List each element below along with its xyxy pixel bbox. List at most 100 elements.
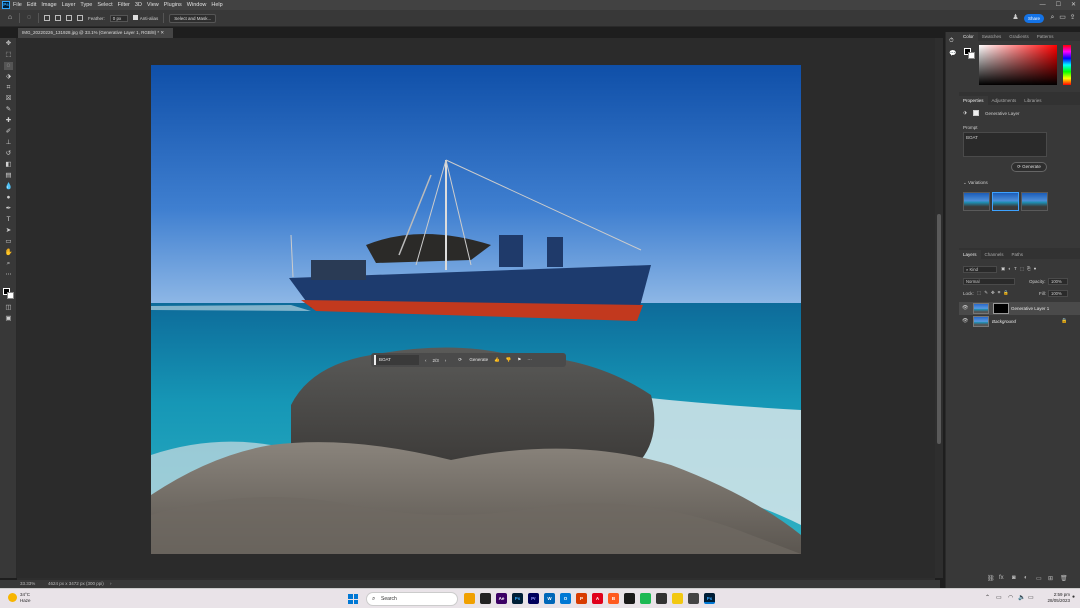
blend-mode-select[interactable]: Normal	[963, 278, 1015, 285]
tab-adjustments[interactable]: Adjustments	[988, 96, 1021, 105]
windows-start-icon[interactable]	[348, 594, 358, 604]
tray-app-icon[interactable]: ▭	[996, 594, 1002, 601]
spotify-icon[interactable]	[640, 593, 651, 604]
subtract-selection-icon[interactable]	[66, 15, 72, 21]
thumbs-down-icon[interactable]: 👎	[506, 357, 512, 363]
menu-select[interactable]: Select	[97, 2, 112, 8]
screen-mode-icon[interactable]: ▣	[4, 315, 13, 323]
blur-tool-icon[interactable]: 💧	[4, 183, 13, 191]
rectangle-tool-icon[interactable]: ▭	[4, 238, 13, 246]
layer-row[interactable]: 👁 Generative Layer 1	[959, 302, 1080, 315]
variations-header[interactable]: ⌄ Variations	[963, 180, 988, 186]
pen-tool-icon[interactable]: ✒	[4, 205, 13, 213]
close-tab-icon[interactable]: ✕	[160, 30, 164, 35]
new-selection-icon[interactable]	[44, 15, 50, 21]
clone-stamp-icon[interactable]: ⊥	[4, 139, 13, 147]
select-and-mask-button[interactable]: Select and Mask...	[169, 13, 217, 23]
share-button[interactable]: Share	[1024, 14, 1044, 23]
visibility-eye-icon[interactable]: 👁	[962, 315, 968, 328]
frame-tool-icon[interactable]: ☒	[4, 95, 13, 103]
taskbar-search-box[interactable]: ⌕ Search	[366, 592, 458, 606]
layer-row[interactable]: 👁 Background 🔒	[959, 315, 1080, 328]
tab-paths[interactable]: Paths	[1008, 250, 1028, 259]
premiere-icon[interactable]: Pr	[528, 593, 539, 604]
generate-button[interactable]: ⟳ Generate	[452, 357, 488, 363]
path-select-icon[interactable]: ➤	[4, 227, 13, 235]
app-icon[interactable]	[624, 593, 635, 604]
tab-libraries[interactable]: Libraries	[1020, 96, 1045, 105]
more-options-icon[interactable]: ⋯	[527, 357, 532, 363]
opacity-input[interactable]: 100%	[1048, 278, 1068, 285]
gradient-tool-icon[interactable]: ▤	[4, 172, 13, 180]
notification-icon[interactable]: ●	[1072, 594, 1075, 600]
vertical-scrollbar[interactable]	[935, 38, 943, 578]
zoom-level[interactable]: 33.33%	[20, 580, 35, 588]
variation-thumbnail[interactable]	[1021, 192, 1048, 211]
previous-variation-icon[interactable]: ‹	[425, 358, 427, 363]
variation-thumbnail[interactable]	[963, 192, 990, 211]
intersect-selection-icon[interactable]	[77, 15, 83, 21]
visibility-eye-icon[interactable]: 👁	[962, 302, 968, 315]
layer-style-icon[interactable]: fx	[999, 575, 1004, 581]
layer-mask-thumbnail[interactable]	[993, 303, 1009, 314]
tab-color[interactable]: Color	[959, 32, 978, 41]
prompt-input[interactable]: BOAT	[374, 355, 419, 365]
tab-channels[interactable]: Channels	[981, 250, 1008, 259]
brave-browser-icon[interactable]: B	[608, 593, 619, 604]
volume-icon[interactable]: 🔈	[1018, 594, 1025, 601]
wifi-icon[interactable]: ◠	[1008, 594, 1013, 601]
menu-help[interactable]: Help	[211, 2, 222, 8]
terminal-icon[interactable]	[480, 593, 491, 604]
antialias-checkbox[interactable]: Anti-alias	[132, 15, 158, 21]
hand-tool-icon[interactable]: ✋	[4, 249, 13, 257]
after-effects-icon[interactable]: Ae	[496, 593, 507, 604]
document-canvas-image[interactable]	[151, 65, 801, 554]
eraser-tool-icon[interactable]: ◧	[4, 161, 13, 169]
maximize-icon[interactable]: ☐	[1056, 0, 1061, 10]
menu-view[interactable]: View	[147, 2, 159, 8]
quick-mask-icon[interactable]: ◫	[4, 304, 13, 312]
tray-chevron-icon[interactable]: ⌃	[985, 594, 990, 601]
outlook-icon[interactable]: O	[560, 593, 571, 604]
layer-name[interactable]: Background	[992, 315, 1016, 328]
history-icon[interactable]: ⏱	[949, 38, 954, 45]
app-icon[interactable]	[688, 593, 699, 604]
file-explorer-icon[interactable]	[464, 593, 475, 604]
minimize-icon[interactable]: —	[1040, 0, 1046, 10]
feather-input[interactable]: 0 px	[109, 14, 128, 22]
object-select-tool-icon[interactable]: ⬗	[4, 73, 13, 81]
prompt-textarea[interactable]: BOAT	[963, 132, 1047, 157]
tab-patterns[interactable]: Patterns	[1033, 32, 1058, 41]
menu-edit[interactable]: Edit	[27, 2, 36, 8]
vertical-scroll-thumb[interactable]	[937, 214, 941, 444]
menu-image[interactable]: Image	[41, 2, 56, 8]
variation-thumbnail[interactable]	[992, 192, 1019, 211]
add-mask-icon[interactable]: ◙	[1012, 575, 1016, 581]
acrobat-icon[interactable]: A	[592, 593, 603, 604]
more-tools-icon[interactable]: ⋯	[4, 271, 13, 279]
photoshop-taskbar-icon[interactable]: Ps	[512, 593, 523, 604]
photoshop-active-icon[interactable]: Ps	[704, 593, 715, 604]
lasso-tool-icon[interactable]: ◌	[25, 14, 33, 22]
document-tab[interactable]: IMG_20220226_131928.jpg @ 33.1% (Generat…	[18, 28, 173, 38]
tab-properties[interactable]: Properties	[959, 96, 988, 105]
move-tool-icon[interactable]: ✥	[4, 40, 13, 48]
crop-tool-icon[interactable]: ⌗	[4, 84, 13, 92]
new-layer-icon[interactable]: ⊞	[1048, 575, 1053, 582]
powerpoint-icon[interactable]: P	[576, 593, 587, 604]
menu-filter[interactable]: Filter	[118, 2, 130, 8]
layer-name[interactable]: Generative Layer 1	[1011, 302, 1049, 315]
link-layers-icon[interactable]: ⛓	[987, 575, 995, 582]
system-clock[interactable]: 2:59 pm 28/05/2023	[1042, 592, 1070, 604]
color-picker-field[interactable]	[979, 45, 1057, 85]
menu-window[interactable]: Window	[187, 2, 207, 8]
type-tool-icon[interactable]: T	[4, 216, 13, 224]
next-variation-icon[interactable]: ›	[445, 358, 447, 363]
menu-type[interactable]: Type	[80, 2, 92, 8]
tab-gradients[interactable]: Gradients	[1005, 32, 1033, 41]
thumbs-up-icon[interactable]: 👍	[494, 357, 500, 363]
generate-button[interactable]: ⟳ Generate	[1011, 162, 1047, 172]
status-arrow-icon[interactable]: ›	[110, 580, 112, 588]
app-icon[interactable]	[656, 593, 667, 604]
healing-brush-icon[interactable]: ✚	[4, 117, 13, 125]
